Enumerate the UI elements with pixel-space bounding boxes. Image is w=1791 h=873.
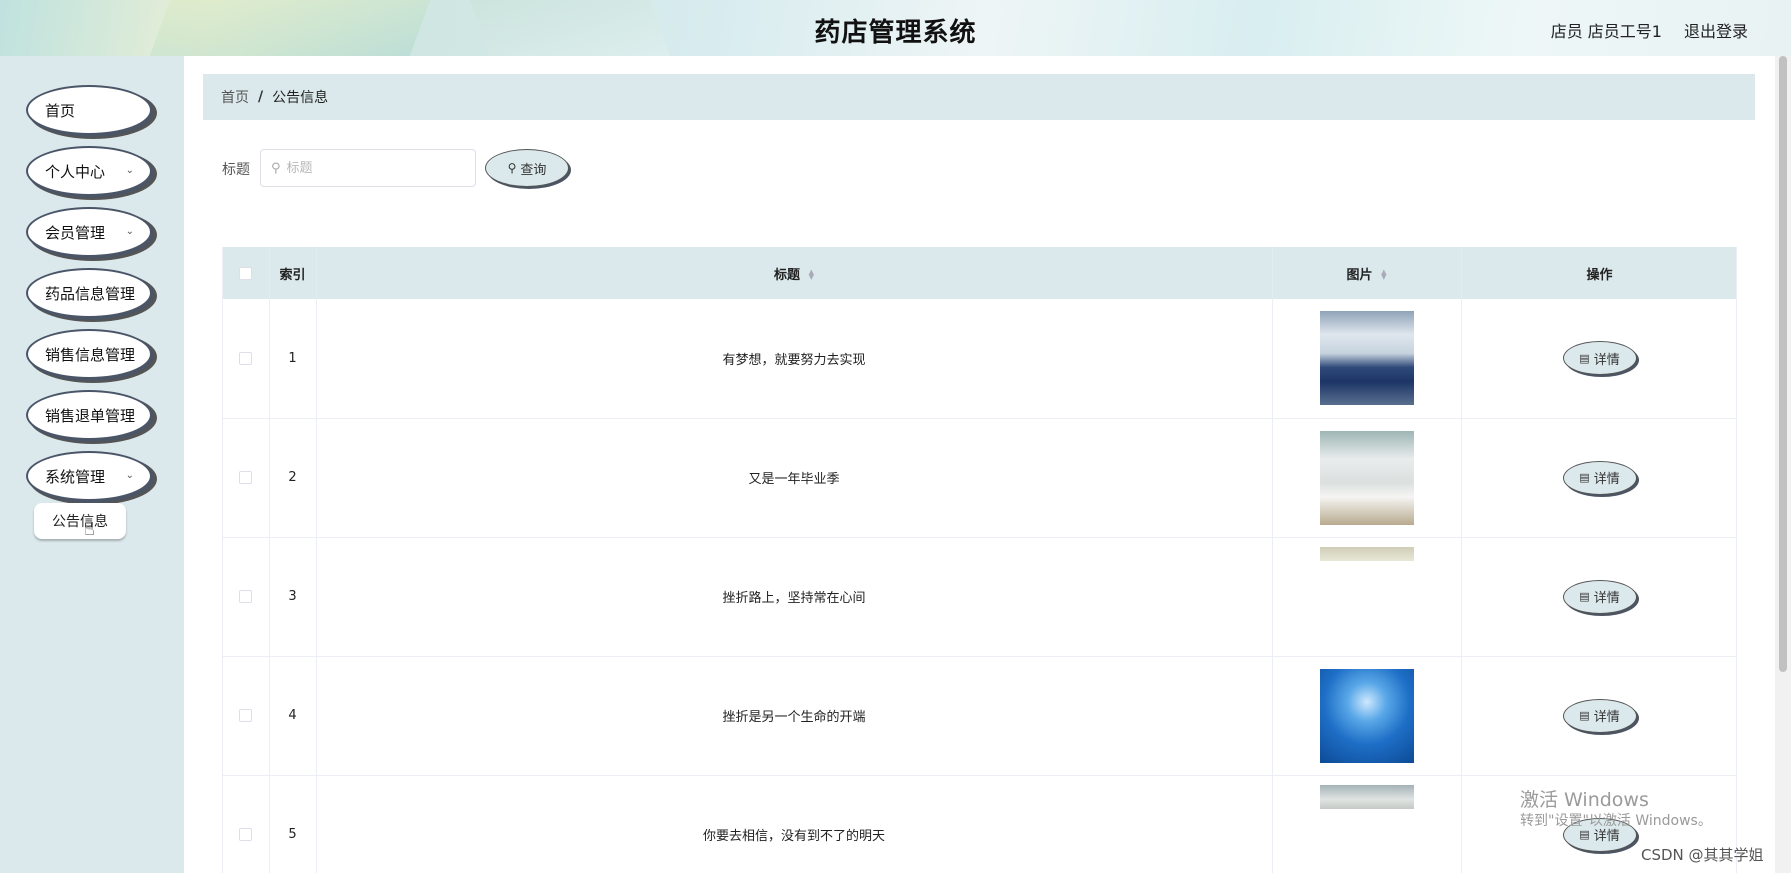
- csdn-watermark: CSDN @其其学姐: [1641, 846, 1764, 864]
- select-all-header: [223, 247, 270, 299]
- app-title: 药店管理系统: [814, 18, 977, 48]
- row-title: 挫折路上，坚持常在心间: [316, 537, 1273, 657]
- page-scrollbar[interactable]: [1775, 56, 1791, 873]
- column-header-index: 索引: [269, 247, 317, 299]
- search-icon: ⚲: [271, 160, 281, 176]
- sidebar-item-label: 药品信息管理: [45, 284, 136, 303]
- column-header-actions: 操作: [1461, 247, 1736, 299]
- row-checkbox[interactable]: [239, 351, 253, 365]
- row-index: 5: [269, 775, 317, 873]
- row-index: 1: [269, 299, 317, 419]
- column-header-label: 标题: [774, 267, 801, 283]
- row-checkbox[interactable]: [239, 828, 253, 841]
- row-image-thumbnail[interactable]: [1319, 784, 1414, 809]
- document-icon: ▤: [1579, 590, 1590, 603]
- detail-button[interactable]: ▤ 详情: [1562, 579, 1637, 614]
- query-button[interactable]: ⚲ 查询: [485, 149, 569, 187]
- breadcrumb: 首页 / 公告信息: [203, 74, 1755, 120]
- search-field[interactable]: ⚲: [260, 149, 476, 187]
- document-icon: ▤: [1579, 351, 1590, 365]
- detail-button[interactable]: ▤ 详情: [1562, 698, 1637, 733]
- pointer-cursor-icon: ☝: [84, 519, 95, 540]
- main-content: 首页 / 公告信息 标题 ⚲ ⚲ 查询 索引 标题 ▲▼: [184, 56, 1775, 873]
- table-row: 2 又是一年毕业季 ▤ 详情: [223, 418, 1736, 538]
- table-header-row: 索引 标题 ▲ ▼ 图片 ▲ ▼ 操作: [223, 247, 1736, 299]
- sidebar: 首页 个人中心 ⌄ 会员管理 ⌄ 药品信息管理 销售信息管理 销售退单管理 系统…: [0, 56, 184, 873]
- row-image-thumbnail[interactable]: [1319, 311, 1414, 406]
- table-row: 5 你要去相信，没有到不了的明天 ▤ 详情: [223, 775, 1736, 873]
- announcement-table: 索引 标题 ▲ ▼ 图片 ▲ ▼ 操作 1 有梦想，就要努力去实现 ▤ 详情 2…: [222, 247, 1737, 873]
- chevron-down-icon: ⌄: [125, 470, 134, 481]
- detail-button-label: 详情: [1593, 472, 1620, 487]
- column-header-label: 图片: [1346, 267, 1373, 283]
- breadcrumb-current: 公告信息: [272, 90, 329, 106]
- breadcrumb-home[interactable]: 首页: [221, 87, 249, 107]
- chevron-down-icon: ⌄: [125, 226, 134, 237]
- column-header-image[interactable]: 图片 ▲ ▼: [1272, 247, 1462, 299]
- sidebar-item-label: 销售信息管理: [45, 345, 136, 364]
- sidebar-item-member-management[interactable]: 会员管理 ⌄: [26, 207, 152, 257]
- search-icon: ⚲: [507, 161, 517, 175]
- sidebar-item-label: 会员管理: [45, 223, 106, 242]
- sidebar-item-system-management[interactable]: 系统管理 ⌄: [26, 451, 152, 501]
- row-checkbox[interactable]: [239, 709, 253, 722]
- windows-activation-watermark: 激活 Windows: [1520, 789, 1649, 811]
- row-index: 3: [269, 537, 317, 657]
- document-icon: ▤: [1579, 471, 1590, 484]
- row-index: 4: [269, 656, 317, 776]
- sidebar-subitem-announcements[interactable]: 公告信息: [34, 503, 126, 539]
- sidebar-item-label: 系统管理: [45, 467, 106, 486]
- table-row: 1 有梦想，就要努力去实现 ▤ 详情: [223, 299, 1736, 419]
- breadcrumb-separator: /: [258, 89, 264, 105]
- column-header-title[interactable]: 标题 ▲ ▼: [316, 247, 1273, 299]
- user-info: 店员 店员工号1: [1550, 22, 1662, 41]
- sidebar-item-sales-return[interactable]: 销售退单管理: [26, 390, 152, 440]
- row-image-thumbnail[interactable]: [1319, 430, 1414, 525]
- row-index: 2: [269, 418, 317, 538]
- sidebar-item-label: 个人中心: [45, 162, 106, 181]
- table-row: 3 挫折路上，坚持常在心间 ▤ 详情: [223, 537, 1736, 657]
- top-header: 药店管理系统 店员 店员工号1 退出登录: [0, 0, 1791, 56]
- sidebar-item-personal-center[interactable]: 个人中心 ⌄: [26, 146, 152, 196]
- scrollbar-thumb[interactable]: [1779, 56, 1787, 672]
- sidebar-item-drug-info[interactable]: 药品信息管理: [26, 268, 152, 318]
- table-row: 4 挫折是另一个生命的开端 ▤ 详情: [223, 656, 1736, 776]
- detail-button-label: 详情: [1593, 591, 1620, 606]
- sidebar-item-home[interactable]: 首页: [26, 85, 152, 135]
- sidebar-item-sales-info[interactable]: 销售信息管理: [26, 329, 152, 379]
- sort-icon[interactable]: ▲ ▼: [809, 269, 814, 281]
- detail-button[interactable]: ▤ 详情: [1562, 341, 1637, 376]
- chevron-down-icon: ⌄: [125, 165, 134, 176]
- row-title: 有梦想，就要努力去实现: [316, 299, 1273, 419]
- detail-button[interactable]: ▤ 详情: [1562, 460, 1637, 495]
- detail-button-label: 详情: [1593, 352, 1620, 368]
- sidebar-item-label: 销售退单管理: [45, 406, 136, 425]
- windows-activation-hint: 转到"设置"以激活 Windows。: [1520, 813, 1712, 829]
- row-title: 挫折是另一个生命的开端: [316, 656, 1273, 776]
- sort-icon[interactable]: ▲ ▼: [1381, 269, 1386, 281]
- row-title: 又是一年毕业季: [316, 418, 1273, 538]
- select-all-checkbox[interactable]: [239, 266, 253, 280]
- row-checkbox[interactable]: [239, 471, 253, 484]
- row-checkbox[interactable]: [239, 590, 253, 603]
- row-image-thumbnail[interactable]: [1319, 668, 1414, 763]
- search-label: 标题: [222, 162, 250, 178]
- detail-button-label: 详情: [1593, 710, 1620, 725]
- search-input[interactable]: [286, 160, 457, 176]
- logout-link[interactable]: 退出登录: [1684, 18, 1748, 42]
- query-button-label: 查询: [520, 162, 547, 178]
- row-title: 你要去相信，没有到不了的明天: [316, 775, 1273, 873]
- sidebar-item-label: 首页: [45, 101, 76, 120]
- document-icon: ▤: [1579, 709, 1590, 722]
- row-image-thumbnail[interactable]: [1319, 546, 1414, 561]
